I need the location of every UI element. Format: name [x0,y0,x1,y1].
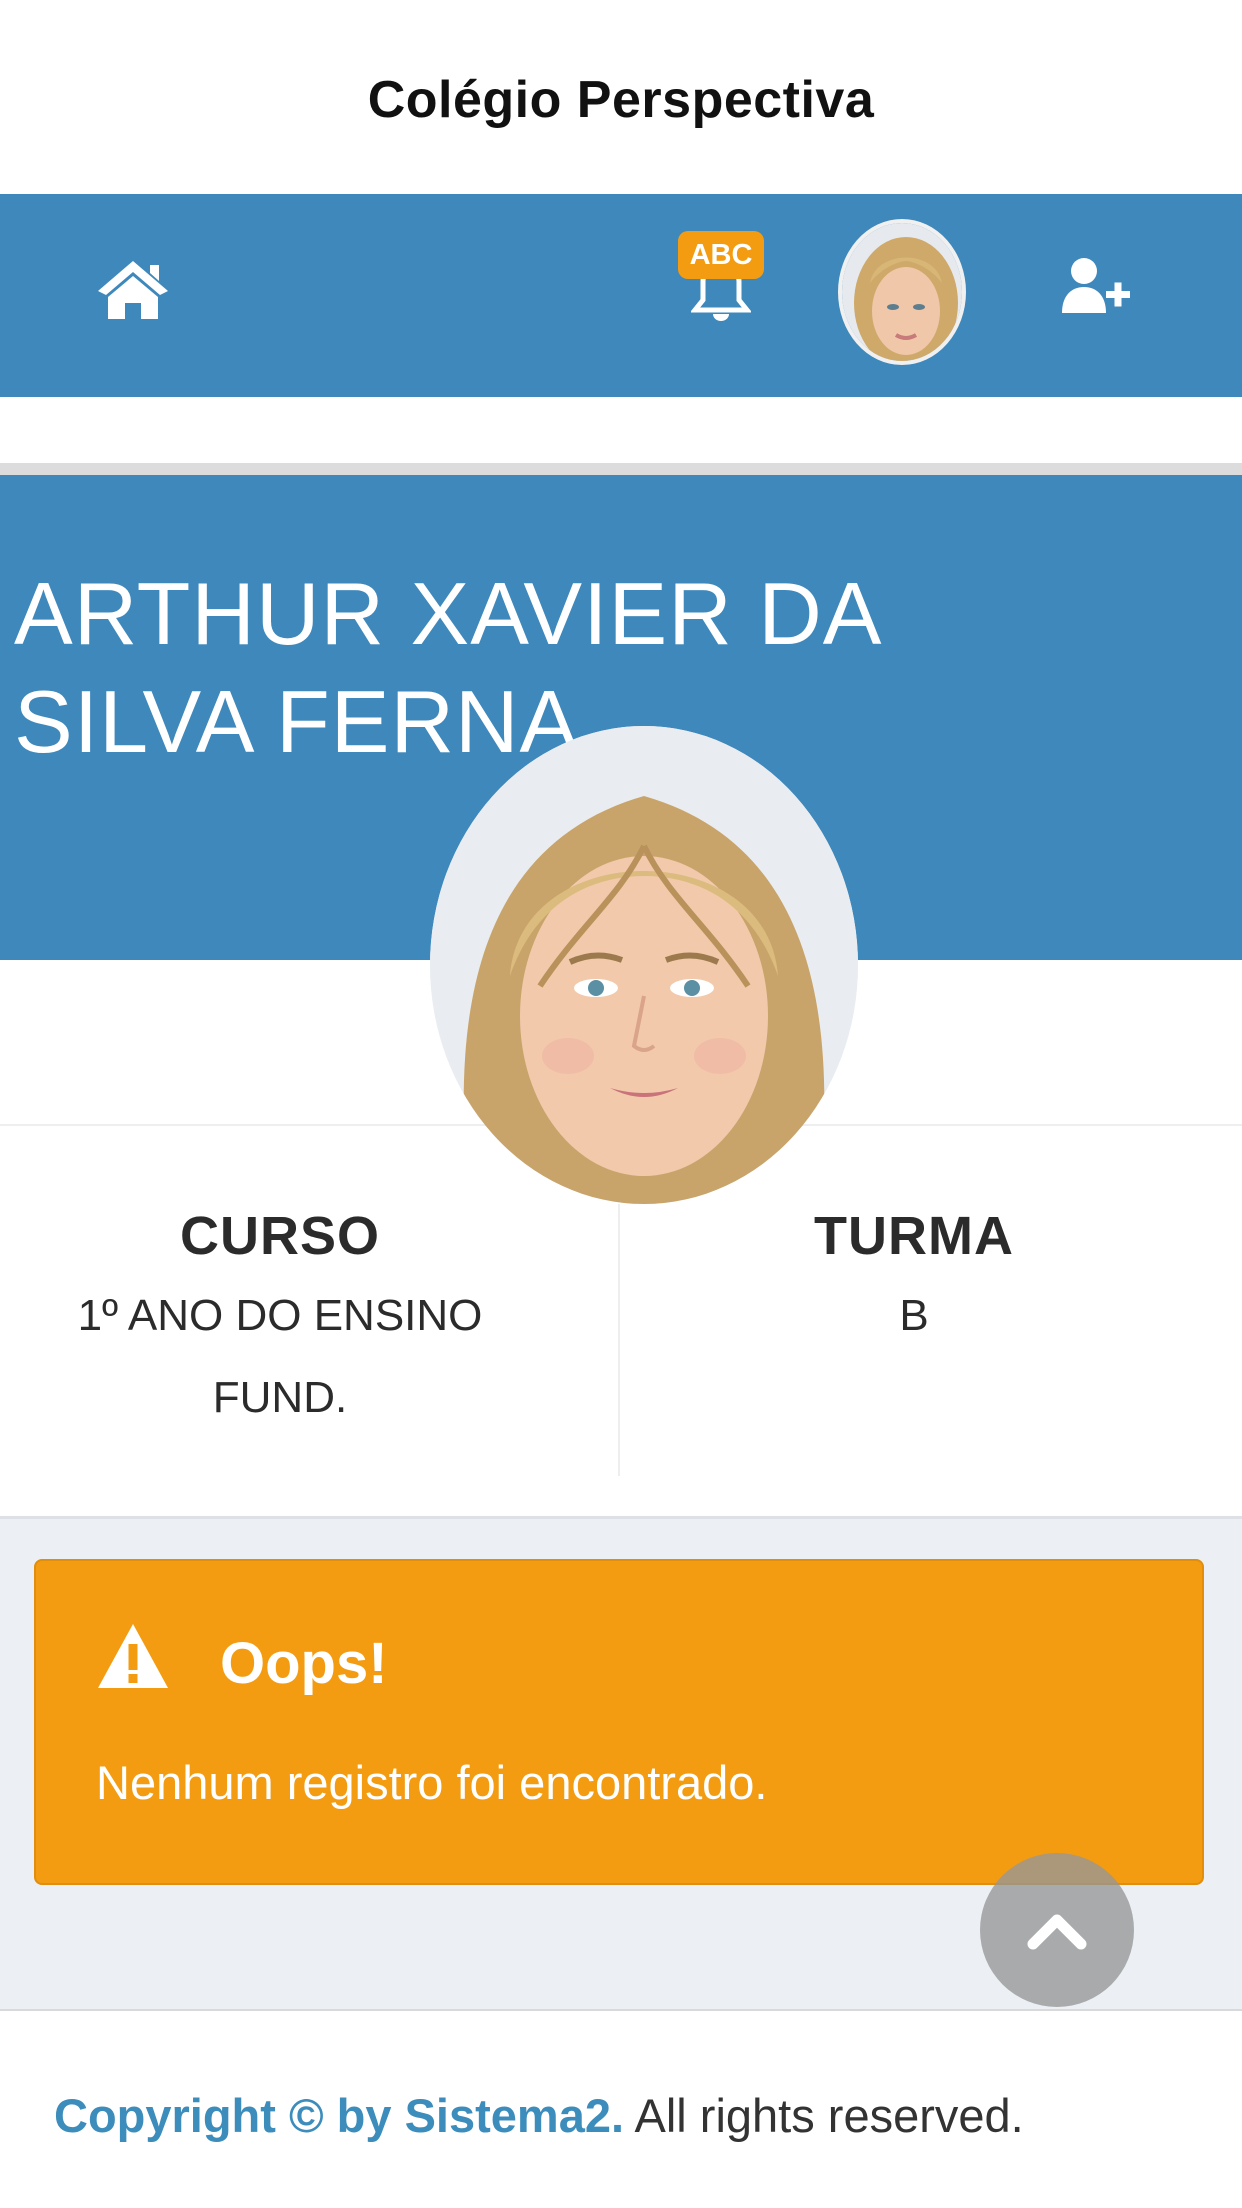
course-label: CURSO [179,1206,380,1266]
footer-rights: All rights reserved. [624,2089,1024,2142]
student-photo-image [430,726,858,1204]
alert-title: Oops! [220,1631,388,1696]
alert-warning [34,1559,1204,1885]
user-plus-icon [1062,258,1130,313]
scroll-to-top-button[interactable] [980,1853,1134,2007]
chevron-up-icon [1027,1914,1087,1950]
footer-brand-link[interactable]: Copyright © by Sistema2. [54,2089,624,2142]
course-value: 1º ANO DO ENSINO FUND. [77,1291,483,1422]
class-info: TURMA B [660,1205,1242,1357]
student-name: ARTHUR XAVIER DA SILVA FERNA [14,564,878,771]
user-avatar[interactable] [838,219,966,365]
student-photo [430,726,858,1204]
divider [0,463,1242,475]
home-icon [98,261,168,319]
alert-message: Nenhum registro foi encontrado. [96,1756,768,1809]
warning-icon [96,1622,170,1692]
class-label: TURMA [814,1206,1014,1266]
class-value: B [899,1291,929,1340]
home-button[interactable] [96,255,170,325]
navbar [0,194,1242,397]
spacer [0,397,1242,465]
course-info: CURSO 1º ANO DO ENSINO FUND. [20,1205,540,1439]
footer-text: Copyright © by Sistema2. All rights rese… [54,2088,1024,2143]
add-user-button[interactable] [1060,253,1132,317]
app-title: Colégio Perspectiva [367,71,875,129]
notification-badge: ABC [678,231,764,279]
